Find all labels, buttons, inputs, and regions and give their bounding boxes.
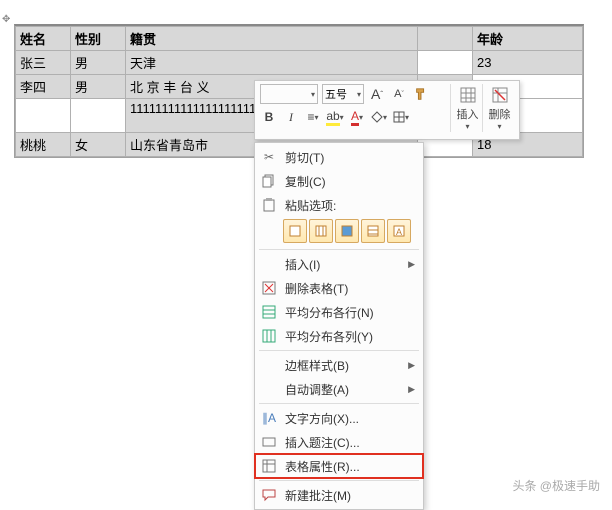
- cell[interactable]: 23: [473, 51, 583, 75]
- cell[interactable]: 李四: [16, 75, 71, 99]
- highlight-button[interactable]: ab▾: [326, 108, 344, 126]
- paste-option-5[interactable]: A: [387, 219, 411, 243]
- ctx-distribute-cols[interactable]: 平均分布各列(Y): [255, 324, 423, 348]
- ctx-table-properties[interactable]: 表格属性(R)...: [255, 454, 423, 478]
- ctx-distribute-rows[interactable]: 平均分布各行(N): [255, 300, 423, 324]
- font-size-select[interactable]: 五号▾: [322, 84, 364, 104]
- table-move-handle[interactable]: ✥: [2, 14, 10, 25]
- paste-option-4[interactable]: [361, 219, 385, 243]
- grow-font-button[interactable]: Aˆ: [368, 85, 386, 103]
- cell[interactable]: 桃桃: [16, 133, 71, 157]
- chevron-right-icon: ▶: [408, 384, 415, 395]
- ctx-text-direction[interactable]: ∥A 文字方向(X)...: [255, 406, 423, 430]
- header-name: 姓名: [16, 27, 71, 51]
- ctx-textdir-label: 文字方向(X)...: [285, 410, 415, 427]
- header-age: 年龄: [473, 27, 583, 51]
- delete-button[interactable]: 删除 ▾: [482, 84, 516, 132]
- paste-option-3[interactable]: [335, 219, 359, 243]
- separator: [259, 480, 419, 481]
- borders-button[interactable]: ▾: [392, 108, 410, 126]
- format-painter-button[interactable]: [412, 85, 430, 103]
- ctx-autofit-label: 自动调整(A): [285, 381, 400, 398]
- cell[interactable]: 男: [71, 75, 126, 99]
- shrink-font-button[interactable]: Aˇ: [390, 85, 408, 103]
- text-direction-icon: ∥A: [261, 410, 277, 426]
- scissors-icon: ✂: [261, 149, 277, 165]
- context-menu: ✂ 剪切(T) 复制(C) 粘贴选项: A 插入(I) ▶ 删除表格(T) 平均…: [254, 142, 424, 510]
- separator: [259, 249, 419, 250]
- cell[interactable]: 女: [71, 133, 126, 157]
- ctx-distrows-label: 平均分布各行(N): [285, 304, 415, 321]
- ctx-insert-caption[interactable]: 插入题注(C)...: [255, 430, 423, 454]
- copy-icon: [261, 173, 277, 189]
- ctx-caption-label: 插入题注(C)...: [285, 434, 415, 451]
- blank-icon: [261, 256, 277, 272]
- distribute-rows-icon: [261, 304, 277, 320]
- table-header-row: 姓名 性别 籍贯 年龄: [16, 27, 583, 51]
- ctx-distcols-label: 平均分布各列(Y): [285, 328, 415, 345]
- ctx-comment-label: 新建批注(M): [285, 487, 415, 504]
- comment-icon: [261, 487, 277, 503]
- ctx-new-comment[interactable]: 新建批注(M): [255, 483, 423, 507]
- shading-button[interactable]: ▾: [370, 108, 388, 126]
- ctx-copy[interactable]: 复制(C): [255, 169, 423, 193]
- bold-button[interactable]: B: [260, 108, 278, 126]
- paste-option-2[interactable]: [309, 219, 333, 243]
- ctx-copy-label: 复制(C): [285, 173, 415, 190]
- insert-label: 插入: [457, 106, 479, 122]
- align-button[interactable]: ≡▾: [304, 108, 322, 126]
- blank-icon: [261, 381, 277, 397]
- ctx-cut[interactable]: ✂ 剪切(T): [255, 145, 423, 169]
- table-row[interactable]: 张三 男 天津 23: [16, 51, 583, 75]
- ctx-border-style[interactable]: 边框样式(B) ▶: [255, 353, 423, 377]
- header-blank: [418, 27, 473, 51]
- mini-toolbar: ▾ 五号▾ Aˆ Aˇ B I ≡▾ ab▾ A▾ ▾ ▾ 插入 ▾ 删除 ▾: [254, 80, 520, 140]
- separator: [259, 403, 419, 404]
- insert-button[interactable]: 插入 ▾: [450, 84, 484, 132]
- paste-option-1[interactable]: [283, 219, 307, 243]
- distribute-cols-icon: [261, 328, 277, 344]
- properties-icon: [261, 458, 277, 474]
- delete-table-icon: [261, 280, 277, 296]
- ctx-cut-label: 剪切(T): [285, 149, 415, 166]
- ctx-insert-label: 插入(I): [285, 256, 400, 273]
- font-color-button[interactable]: A▾: [348, 108, 366, 126]
- cell[interactable]: [16, 99, 71, 133]
- ctx-paste-header: 粘贴选项:: [255, 193, 423, 217]
- paste-options-row: A: [255, 217, 423, 247]
- ctx-border-label: 边框样式(B): [285, 357, 400, 374]
- header-origin: 籍贯: [126, 27, 418, 51]
- separator: [259, 350, 419, 351]
- header-gender: 性别: [71, 27, 126, 51]
- italic-button[interactable]: I: [282, 108, 300, 126]
- chevron-right-icon: ▶: [408, 360, 415, 371]
- ctx-autofit[interactable]: 自动调整(A) ▶: [255, 377, 423, 401]
- ctx-delete-label: 删除表格(T): [285, 280, 415, 297]
- caption-icon: [261, 434, 277, 450]
- blank-icon: [261, 357, 277, 373]
- font-size-value: 五号: [325, 86, 347, 102]
- paste-icon: [261, 197, 277, 213]
- watermark: 头条 @极速手助: [512, 477, 600, 494]
- cell[interactable]: 张三: [16, 51, 71, 75]
- svg-text:A: A: [396, 227, 402, 237]
- cell[interactable]: [71, 99, 126, 133]
- cell[interactable]: 天津: [126, 51, 418, 75]
- ctx-props-label: 表格属性(R)...: [285, 458, 415, 475]
- ctx-paste-label: 粘贴选项:: [285, 197, 415, 214]
- ctx-insert[interactable]: 插入(I) ▶: [255, 252, 423, 276]
- font-family-select[interactable]: ▾: [260, 84, 318, 104]
- ctx-delete-table[interactable]: 删除表格(T): [255, 276, 423, 300]
- delete-label: 删除: [489, 106, 511, 122]
- chevron-right-icon: ▶: [408, 259, 415, 270]
- cell[interactable]: [418, 51, 473, 75]
- cell[interactable]: 男: [71, 51, 126, 75]
